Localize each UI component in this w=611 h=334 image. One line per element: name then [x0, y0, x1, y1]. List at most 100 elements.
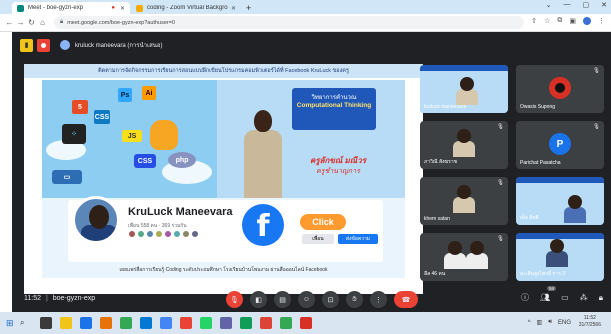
app-icon[interactable] [280, 317, 292, 329]
edge-icon[interactable] [80, 317, 92, 329]
close-tab-icon[interactable]: ✕ [120, 5, 125, 12]
line-icon[interactable] [200, 317, 212, 329]
presenter-name: kruluck maneevara (การนำเสนอ) [75, 43, 163, 49]
presentation-stage: ติดตามการจัดกิจกรรมการเรียนการสอนแบบฝึกเ… [24, 64, 423, 294]
reload-icon[interactable]: ↻ [26, 18, 37, 27]
recording-dot-icon: ● [111, 5, 115, 11]
presenter-avatar [60, 40, 70, 50]
profile-avatar [72, 196, 120, 244]
css3-icon: CSS [134, 154, 156, 168]
clock-time: 11:52 [583, 315, 596, 321]
excel-icon[interactable] [120, 317, 132, 329]
participant-name: เด็จ สิทธิ [520, 215, 539, 221]
people-icon[interactable]: 👥︎ 54 [540, 286, 557, 302]
meet-favicon-icon [17, 4, 24, 12]
task-view-icon[interactable] [40, 317, 52, 329]
participant-video [546, 239, 568, 267]
participant-tile[interactable]: P 🎙︎ Parichat Pasatcha [516, 121, 604, 169]
file-explorer-icon[interactable] [60, 317, 72, 329]
participant-avatar [549, 76, 571, 99]
close-window-icon[interactable]: ✕ [601, 1, 607, 9]
maximize-icon[interactable]: ▢ [583, 1, 590, 9]
sidebar-icon[interactable]: ▣ [569, 17, 576, 25]
windows-start-icon[interactable]: ⊞ [6, 318, 14, 329]
participant-tile[interactable]: 🎙︎ ลีล 46 คน [420, 233, 508, 281]
taskbar-clock[interactable]: 11:52 31/7/2566 [579, 315, 601, 329]
emoji-button[interactable]: ☺ [298, 291, 315, 308]
participant-video [456, 77, 478, 105]
raise-hand-button[interactable]: ✋︎ [346, 291, 363, 308]
recording-icon[interactable] [37, 38, 50, 52]
network-icon[interactable]: ▥ [537, 319, 543, 326]
more-options-button[interactable]: ⋮ [370, 291, 387, 308]
microbit-icon: ⁘ [62, 124, 86, 144]
volume-icon[interactable]: 🔊︎ [548, 319, 552, 326]
captions-button[interactable]: ▤ [274, 291, 291, 308]
participant-name: ละเลิ่นสูงไพรสี การ 3 [520, 271, 566, 277]
host-controls-icon[interactable]: ▮ [20, 38, 33, 52]
chrome-icon[interactable] [300, 317, 312, 329]
firefox-icon[interactable] [100, 317, 112, 329]
zoom-icon[interactable] [160, 317, 172, 329]
profile-meta: เพื่อน 558 คน · 369 ร่วมกัน [128, 223, 187, 229]
participant-tile[interactable]: 🎙︎ ภาวิณี สังฆราช [420, 121, 508, 169]
minimize-icon[interactable]: — [564, 1, 571, 9]
participant-tile[interactable]: kruluck maneevara [420, 65, 508, 113]
extensions-icon[interactable]: ⧉ [557, 17, 562, 25]
chat-icon[interactable]: ▭ [561, 293, 569, 302]
new-tab-button[interactable]: + [242, 2, 255, 14]
tab-meet[interactable]: Meet - boe-gyzn-exp ● ✕ [12, 2, 130, 14]
store-icon[interactable] [140, 317, 152, 329]
presentation-header: ▮ kruluck maneevara (การนำเสนอ) [12, 32, 611, 58]
activities-icon[interactable]: ⁂ [580, 293, 588, 302]
tray-arrow-icon[interactable]: ^ [528, 320, 531, 326]
separator: | [45, 295, 48, 302]
participant-tile[interactable]: 🎙︎ Owasis Supong [516, 65, 604, 113]
lock-icon: 🔒︎ [60, 19, 64, 25]
browser-tab-strip: Meet - boe-gyzn-exp ● ✕ coding - Zoom Vi… [0, 0, 611, 14]
camera-button[interactable]: ◧ [250, 291, 267, 308]
photoshop-icon: Ps [118, 88, 132, 102]
taskbar-apps [40, 317, 312, 329]
click-badge: Click [300, 214, 346, 230]
leave-call-button[interactable]: ☎︎ [394, 291, 418, 308]
url-bar[interactable]: 🔒︎ meet.google.com/boe-gyzn-exp?authuser… [54, 16, 524, 29]
participant-tile[interactable]: 🎙︎ khem satan [420, 177, 508, 225]
screen: Meet - boe-gyzn-exp ● ✕ coding - Zoom Vi… [0, 0, 611, 334]
tab-search-icon[interactable]: ⌄ [546, 1, 552, 9]
participant-video [564, 195, 586, 223]
home-icon[interactable]: ⌂ [37, 18, 48, 27]
chrome-icon[interactable] [260, 317, 272, 329]
teacher-photo [242, 110, 284, 198]
illustrator-icon: Ai [142, 86, 156, 100]
facebook-logo-icon: f [242, 204, 284, 246]
facebook-profile-card: KruLuck Maneevara เพื่อน 558 คน · 369 ร่… [68, 196, 383, 262]
meeting-code: boe-gyzn-exp [52, 295, 96, 302]
host-lock-icon[interactable]: 🔒︎ [599, 293, 603, 303]
close-tab-icon[interactable]: ✕ [231, 5, 236, 12]
present-button[interactable]: ⊡ [322, 291, 339, 308]
participant-video [453, 185, 475, 213]
participant-tile[interactable]: ละเลิ่นสูงไพรสี การ 3 [516, 233, 604, 281]
profile-avatar[interactable] [583, 17, 591, 25]
tab-title: coding - Zoom Virtual Backgrou [147, 5, 228, 11]
menu-icon[interactable]: ⋮ [598, 17, 605, 25]
info-icon[interactable]: ⓘ [521, 292, 529, 303]
participant-name: khem satan [424, 216, 450, 222]
powerpoint-icon[interactable] [180, 317, 192, 329]
language-indicator[interactable]: ENG [558, 320, 571, 326]
app-icon[interactable] [240, 317, 252, 329]
tab-zoom[interactable]: coding - Zoom Virtual Backgrou ✕ [131, 2, 241, 14]
participant-tile[interactable]: เด็จ สิทธิ [516, 177, 604, 225]
back-icon[interactable]: ← [4, 18, 15, 27]
mic-off-button[interactable]: 🎙︎ [226, 291, 243, 308]
address-toolbar: ← → ↻ ⌂ 🔒︎ meet.google.com/boe-gyzn-exp?… [0, 14, 611, 32]
participant-name: ลีล 46 คน [424, 271, 446, 277]
teams-icon[interactable] [220, 317, 232, 329]
tab-title: Meet - boe-gyzn-exp [28, 5, 84, 11]
search-icon[interactable]: ⌕ [20, 318, 24, 328]
bookmark-star-icon[interactable]: ☆ [544, 17, 550, 25]
participant-avatar: P [549, 132, 571, 155]
forward-icon[interactable]: → [15, 18, 26, 27]
share-icon[interactable]: ⇧ [531, 17, 537, 25]
